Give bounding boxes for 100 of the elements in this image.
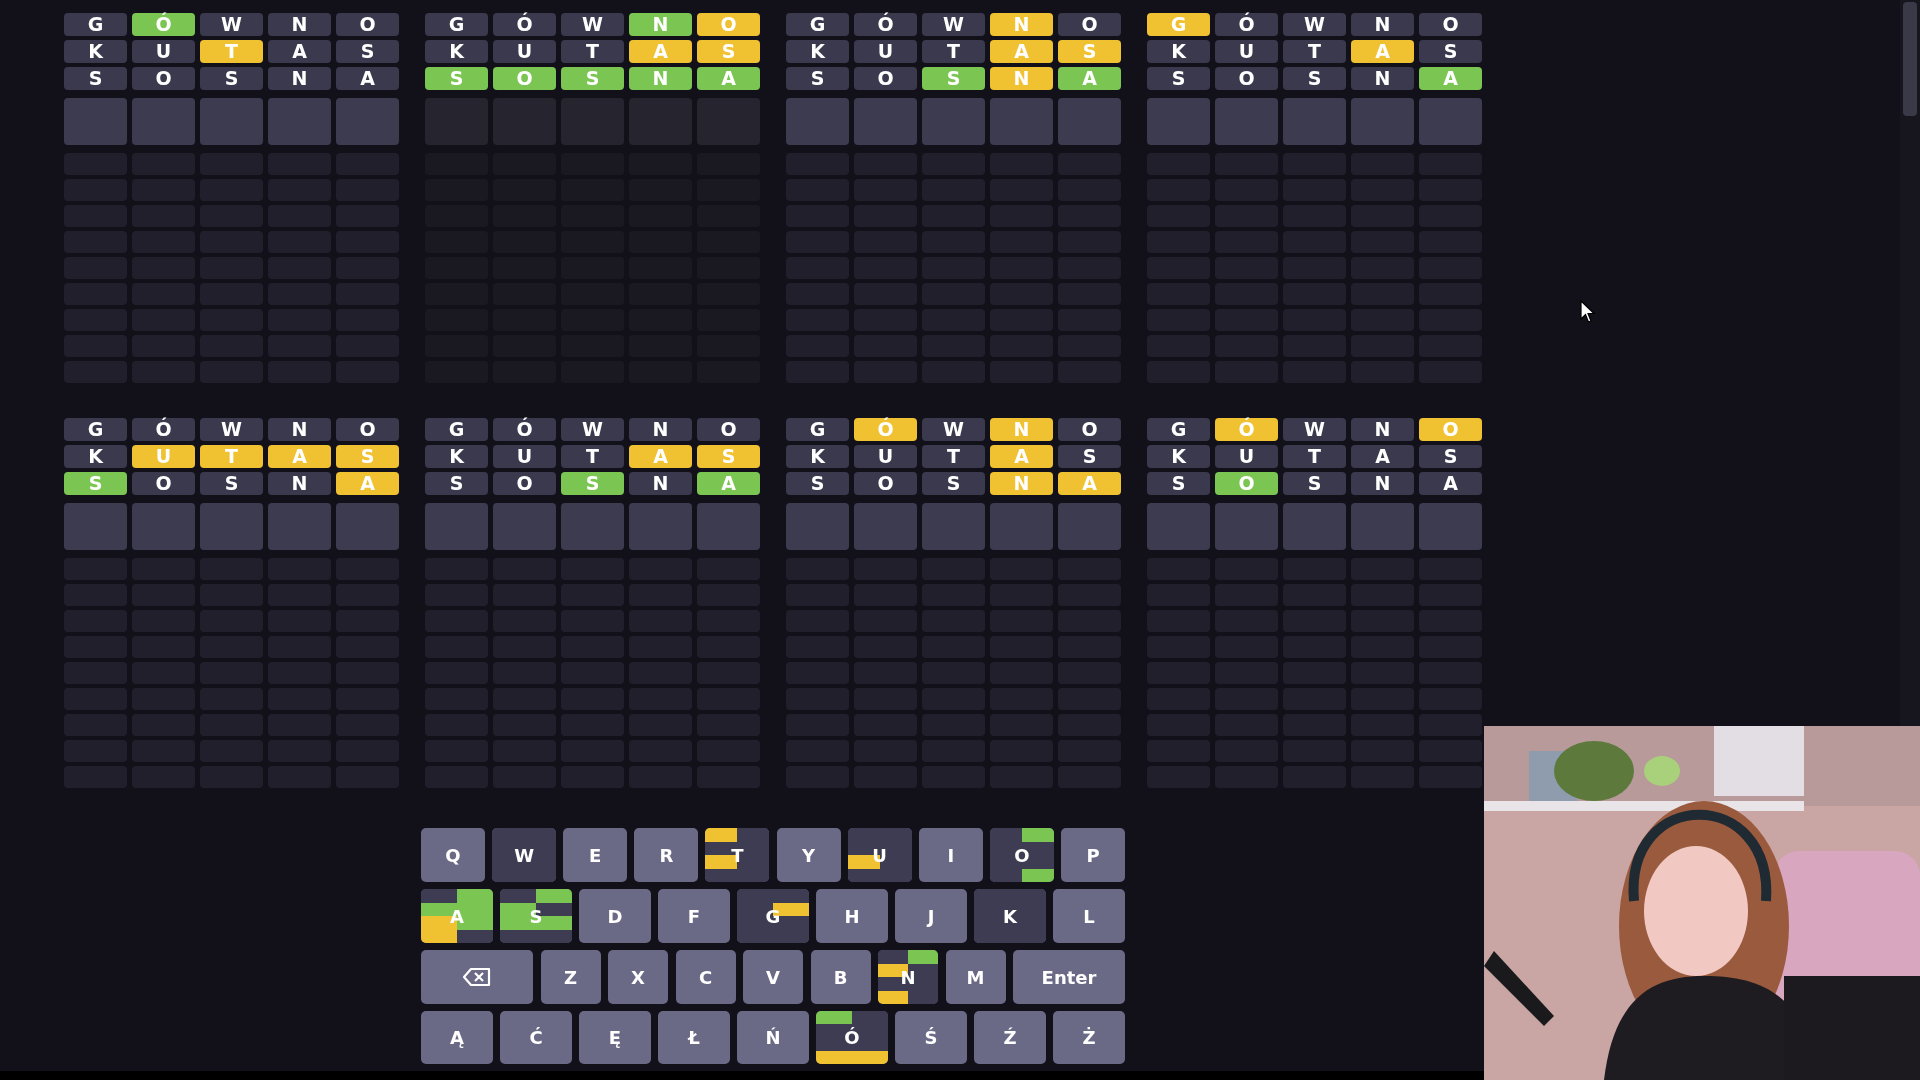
keyboard-key[interactable]: Ś xyxy=(895,1011,967,1064)
letter-tile: S xyxy=(1058,40,1121,63)
keyboard-key[interactable]: P xyxy=(1061,828,1125,882)
keyboard-key[interactable]: Ł xyxy=(658,1011,730,1064)
keyboard-key[interactable]: R xyxy=(634,828,699,882)
letter-tile: K xyxy=(64,445,127,468)
keyboard-key[interactable]: B xyxy=(810,950,871,1004)
keyboard-key[interactable]: H xyxy=(816,889,888,943)
keyboard-key[interactable]: C xyxy=(675,950,736,1004)
letter-tile: S xyxy=(697,445,760,468)
letter-tile: N xyxy=(990,418,1053,441)
letter-tile: W xyxy=(922,418,985,441)
letter-tile: S xyxy=(200,472,263,495)
letter-tile: O xyxy=(493,67,556,90)
letter-tile: A xyxy=(336,472,399,495)
letter-tile: N xyxy=(990,13,1053,36)
letter-tile: W xyxy=(1283,13,1346,36)
letter-tile: N xyxy=(1351,67,1414,90)
letter-tile: S xyxy=(64,67,127,90)
scrollbar-thumb[interactable] xyxy=(1903,2,1917,116)
letter-tile: O xyxy=(1058,418,1121,441)
letter-tile: U xyxy=(132,445,195,468)
keyboard-key[interactable]: F xyxy=(658,889,730,943)
keyboard-key[interactable]: M xyxy=(945,950,1006,1004)
keyboard-key[interactable]: J xyxy=(895,889,967,943)
letter-tile: O xyxy=(1215,67,1278,90)
keyboard-key[interactable]: G xyxy=(737,889,809,943)
keyboard-key[interactable]: D xyxy=(579,889,651,943)
letter-tile: A xyxy=(1351,445,1414,468)
letter-tile: G xyxy=(425,418,488,441)
letter-tile: N xyxy=(268,472,331,495)
keyboard-key[interactable]: Ą xyxy=(421,1011,493,1064)
keyboard-key[interactable]: Ć xyxy=(500,1011,572,1064)
keyboard-key[interactable]: K xyxy=(974,889,1046,943)
letter-tile: O xyxy=(1419,13,1482,36)
letter-tile: Ó xyxy=(493,418,556,441)
letter-tile: S xyxy=(336,40,399,63)
letter-tile: S xyxy=(1147,67,1210,90)
letter-tile: S xyxy=(1147,472,1210,495)
keyboard-key[interactable]: Ó xyxy=(816,1011,888,1064)
keyboard-key[interactable]: N xyxy=(878,950,938,1004)
letter-tile: U xyxy=(854,40,917,63)
letter-tile: T xyxy=(561,445,624,468)
letter-tile: N xyxy=(268,13,331,36)
keyboard-key[interactable]: L xyxy=(1053,889,1125,943)
letter-tile: Ó xyxy=(854,418,917,441)
letter-tile: U xyxy=(1215,40,1278,63)
letter-tile: S xyxy=(561,67,624,90)
letter-tile: N xyxy=(629,418,692,441)
keyboard-key[interactable]: Y xyxy=(776,828,841,882)
keyboard-key[interactable]: Ń xyxy=(737,1011,809,1064)
letter-tile: T xyxy=(1283,40,1346,63)
letter-tile: T xyxy=(1283,445,1346,468)
letter-tile: S xyxy=(922,67,985,90)
letter-tile: S xyxy=(425,472,488,495)
letter-tile: A xyxy=(629,40,692,63)
keyboard-key[interactable]: W xyxy=(492,828,557,882)
backspace-key[interactable] xyxy=(421,950,533,1004)
letter-tile: S xyxy=(200,67,263,90)
letter-tile: O xyxy=(1058,13,1121,36)
letter-tile: K xyxy=(786,445,849,468)
letter-tile: A xyxy=(1351,40,1414,63)
keyboard-key[interactable]: E xyxy=(563,828,628,882)
letter-tile: N xyxy=(268,67,331,90)
keyboard-key[interactable]: I xyxy=(918,828,983,882)
letter-tile: A xyxy=(1058,67,1121,90)
letter-tile: O xyxy=(697,13,760,36)
letter-tile: S xyxy=(1419,445,1482,468)
letter-tile: A xyxy=(1419,472,1482,495)
keyboard-key[interactable]: V xyxy=(743,950,803,1004)
letter-tile: A xyxy=(1419,67,1482,90)
letter-tile: S xyxy=(336,445,399,468)
enter-key[interactable]: Enter xyxy=(1013,950,1125,1004)
letter-tile: S xyxy=(425,67,488,90)
backspace-icon xyxy=(462,967,492,987)
keyboard-key[interactable]: Q xyxy=(421,828,485,882)
letter-tile: K xyxy=(786,40,849,63)
letter-tile: W xyxy=(561,418,624,441)
letter-tile: A xyxy=(1058,472,1121,495)
keyboard-key[interactable]: Z xyxy=(540,950,601,1004)
letter-tile: U xyxy=(493,445,556,468)
letter-tile: U xyxy=(132,40,195,63)
keyboard-key[interactable]: Ż xyxy=(1053,1011,1125,1064)
letter-tile: A xyxy=(336,67,399,90)
keyboard-key[interactable]: O xyxy=(989,828,1054,882)
letter-tile: N xyxy=(268,418,331,441)
letter-tile: A xyxy=(990,445,1053,468)
letter-tile: Ó xyxy=(1215,418,1278,441)
keyboard-key[interactable]: Ź xyxy=(974,1011,1046,1064)
letter-tile: G xyxy=(64,418,127,441)
keyboard-key[interactable]: T xyxy=(705,828,770,882)
keyboard-key[interactable]: X xyxy=(608,950,668,1004)
letter-tile: W xyxy=(200,418,263,441)
letter-tile: N xyxy=(990,67,1053,90)
keyboard-key[interactable]: U xyxy=(847,828,912,882)
letter-tile: G xyxy=(786,13,849,36)
scrollbar[interactable] xyxy=(1900,0,1920,726)
letter-tile: A xyxy=(629,445,692,468)
letter-tile: O xyxy=(336,418,399,441)
keyboard-key[interactable]: Ę xyxy=(579,1011,651,1064)
